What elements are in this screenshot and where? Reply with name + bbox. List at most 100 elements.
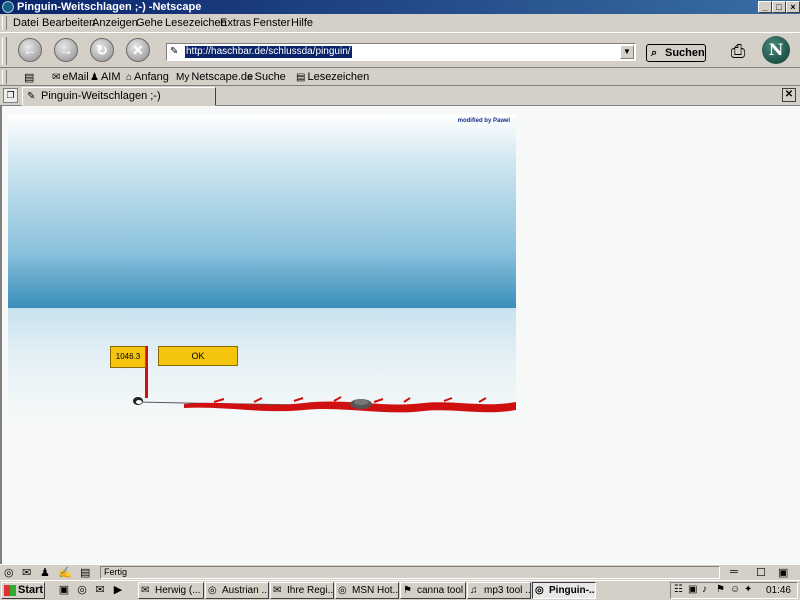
forward-button[interactable]: → <box>54 38 78 62</box>
title-bar: Pinguin-Weitschlagen ;-) -Netscape _ □ × <box>0 0 800 14</box>
url-dropdown-button[interactable]: ▼ <box>620 45 634 59</box>
windows-logo-icon <box>4 585 16 596</box>
task-pinguin[interactable]: ◎ Pinguin-... <box>532 582 596 599</box>
bookmark-email[interactable]: ✉ eMail <box>52 71 89 83</box>
status-bar: ◎ ✉ ♟ ✍ ▤ Fertig ═ ☐ ▣ <box>0 564 800 580</box>
system-tray: ☷ ▣ ♪ ⚑ ☺ ✦ 01:46 <box>670 582 798 599</box>
display-icon[interactable]: ▣ <box>688 584 697 595</box>
my-netscape-icon: My <box>176 72 190 83</box>
task-label: Pinguin-... <box>549 585 596 596</box>
toolbar-grip[interactable] <box>2 70 7 84</box>
toolbar-grip[interactable] <box>2 37 7 65</box>
messenger-icon[interactable]: ☺ <box>730 584 740 595</box>
task-mp3-tool[interactable]: ♫ mp3 tool ... <box>467 582 531 599</box>
menu-datei[interactable]: Datei <box>13 17 39 29</box>
bookmark-label: Lesezeichen <box>307 71 370 83</box>
menu-extras[interactable]: Extras <box>220 17 251 29</box>
page-icon: ✎ <box>170 46 179 57</box>
close-tab-button[interactable]: ✕ <box>782 88 796 102</box>
task-label: Ihre Regi... <box>287 585 334 596</box>
search-button[interactable]: ⌕ Suchen <box>646 44 706 62</box>
page-icon: ✎ <box>27 91 36 102</box>
netscape-logo[interactable]: N <box>762 36 790 64</box>
start-label: Start <box>18 584 44 596</box>
menu-bar: Datei Bearbeiten Anzeigen Gehe Lesezeich… <box>0 14 800 32</box>
reload-button[interactable]: ↻ <box>90 38 114 62</box>
credit-text: modified by Pawel <box>457 118 510 124</box>
tab-pinguin[interactable]: ✎ Pinguin-Weitschlagen ;-) <box>22 87 216 106</box>
task-canna-tool[interactable]: ⚑ canna tool <box>400 582 466 599</box>
navigation-toolbar: ← → ↻ ✕ ✎ http://haschbar.de/schlussda/p… <box>0 32 800 68</box>
network-icon[interactable]: ☷ <box>674 584 683 595</box>
popup-blocker-icon[interactable]: ▣ <box>778 566 788 579</box>
window-title: Pinguin-Weitschlagen ;-) -Netscape <box>17 1 202 13</box>
game-canvas[interactable]: modified by Pawel 1046.3 OK <box>8 114 516 424</box>
personal-toolbar: ▤ ✉ eMail ♟ AIM ⌂ Anfang My Netscape.de ⌕ Suc… <box>0 68 800 86</box>
search-label: Suchen <box>665 47 705 59</box>
print-icon[interactable]: ⎙ <box>724 39 752 63</box>
start-button[interactable]: Start <box>1 582 45 599</box>
distance-score: 1046.3 <box>110 346 146 368</box>
bookmark-anfang[interactable]: ⌂ Anfang <box>126 71 169 83</box>
minimize-button[interactable]: _ <box>758 1 772 13</box>
ok-button[interactable]: OK <box>158 346 238 366</box>
windows-taskbar: Start ▣ ◎ ✉ ▶ ✉ Herwig (... ◎ Austrian ...… <box>0 580 800 600</box>
netscape-icon <box>2 1 14 13</box>
address-book-icon[interactable]: ▤ <box>80 566 90 579</box>
maximize-button[interactable]: □ <box>772 1 786 13</box>
bookmark-netscape-de[interactable]: My Netscape.de <box>176 71 253 83</box>
bookmark-suche[interactable]: ⌕ Suche <box>247 71 286 83</box>
task-austrian[interactable]: ◎ Austrian ... <box>205 582 269 599</box>
menu-fenster[interactable]: Fenster <box>253 17 290 29</box>
tabs-list-button[interactable]: ▤ <box>24 71 34 84</box>
menu-hilfe[interactable]: Hilfe <box>291 17 313 29</box>
penguin-slide-track <box>133 396 516 413</box>
task-msn-hot[interactable]: ◎ MSN Hot... <box>335 582 399 599</box>
aim-icon: ♟ <box>90 72 99 83</box>
hockey-puck-icon <box>350 399 372 409</box>
antivirus-icon[interactable]: ⚑ <box>716 584 725 595</box>
mail-icon: ✉ <box>273 585 282 596</box>
bookmark-aim[interactable]: ♟ AIM <box>90 71 121 83</box>
bookmark-label: Anfang <box>134 71 169 83</box>
close-button[interactable]: × <box>786 1 800 13</box>
navigator-icon[interactable]: ◎ <box>4 566 14 579</box>
status-text: Fertig <box>100 566 720 579</box>
email-icon: ✉ <box>52 72 61 83</box>
toolbar-grip[interactable] <box>2 16 7 30</box>
menu-lesezeichen[interactable]: Lesezeichen <box>165 17 227 29</box>
bookmark-lesezeichen[interactable]: ▤ Lesezeichen <box>296 71 369 83</box>
bookmark-label: eMail <box>62 71 89 83</box>
quicklaunch-desktop-icon[interactable]: ▣ <box>56 583 72 596</box>
bookmark-label: AIM <box>100 71 121 83</box>
url-input[interactable]: http://haschbar.de/schlussda/pinguin/ <box>185 46 352 58</box>
page-content: modified by Pawel 1046.3 OK <box>0 106 800 564</box>
quicklaunch-media-icon[interactable]: ▶ <box>110 583 126 596</box>
online-status-icon[interactable]: ═ <box>730 566 738 578</box>
slide-trail <box>137 396 516 413</box>
aim-icon[interactable]: ♟ <box>40 566 50 579</box>
bookmark-label: Netscape.de <box>191 71 254 83</box>
music-icon: ♫ <box>470 585 478 596</box>
task-label: mp3 tool ... <box>484 585 531 596</box>
back-button[interactable]: ← <box>18 38 42 62</box>
quicklaunch-mail-icon[interactable]: ✉ <box>92 583 108 596</box>
task-ihre-regi[interactable]: ✉ Ihre Regi... <box>270 582 334 599</box>
folder-icon: ▤ <box>296 72 306 83</box>
search-icon: ⌕ <box>247 72 253 83</box>
composer-icon[interactable]: ✍ <box>58 566 72 579</box>
menu-gehe[interactable]: Gehe <box>136 17 163 29</box>
quicklaunch-browser-icon[interactable]: ◎ <box>74 583 90 596</box>
url-bar[interactable]: ✎ http://haschbar.de/schlussda/pinguin/ … <box>166 43 636 61</box>
task-label: Herwig (... <box>155 585 201 596</box>
mail-icon[interactable]: ✉ <box>22 566 31 579</box>
menu-anzeigen[interactable]: Anzeigen <box>92 17 138 29</box>
volume-icon[interactable]: ♪ <box>702 584 707 595</box>
bookmark-label: Suche <box>254 71 286 83</box>
stop-button[interactable]: ✕ <box>126 38 150 62</box>
new-tab-button[interactable]: ❐ <box>3 88 18 103</box>
tray-app-icon[interactable]: ✦ <box>744 584 752 595</box>
task-herwig[interactable]: ✉ Herwig (... <box>138 582 204 599</box>
menu-bearbeiten[interactable]: Bearbeiten <box>42 17 95 29</box>
security-lock-icon[interactable]: ☐ <box>756 566 766 579</box>
